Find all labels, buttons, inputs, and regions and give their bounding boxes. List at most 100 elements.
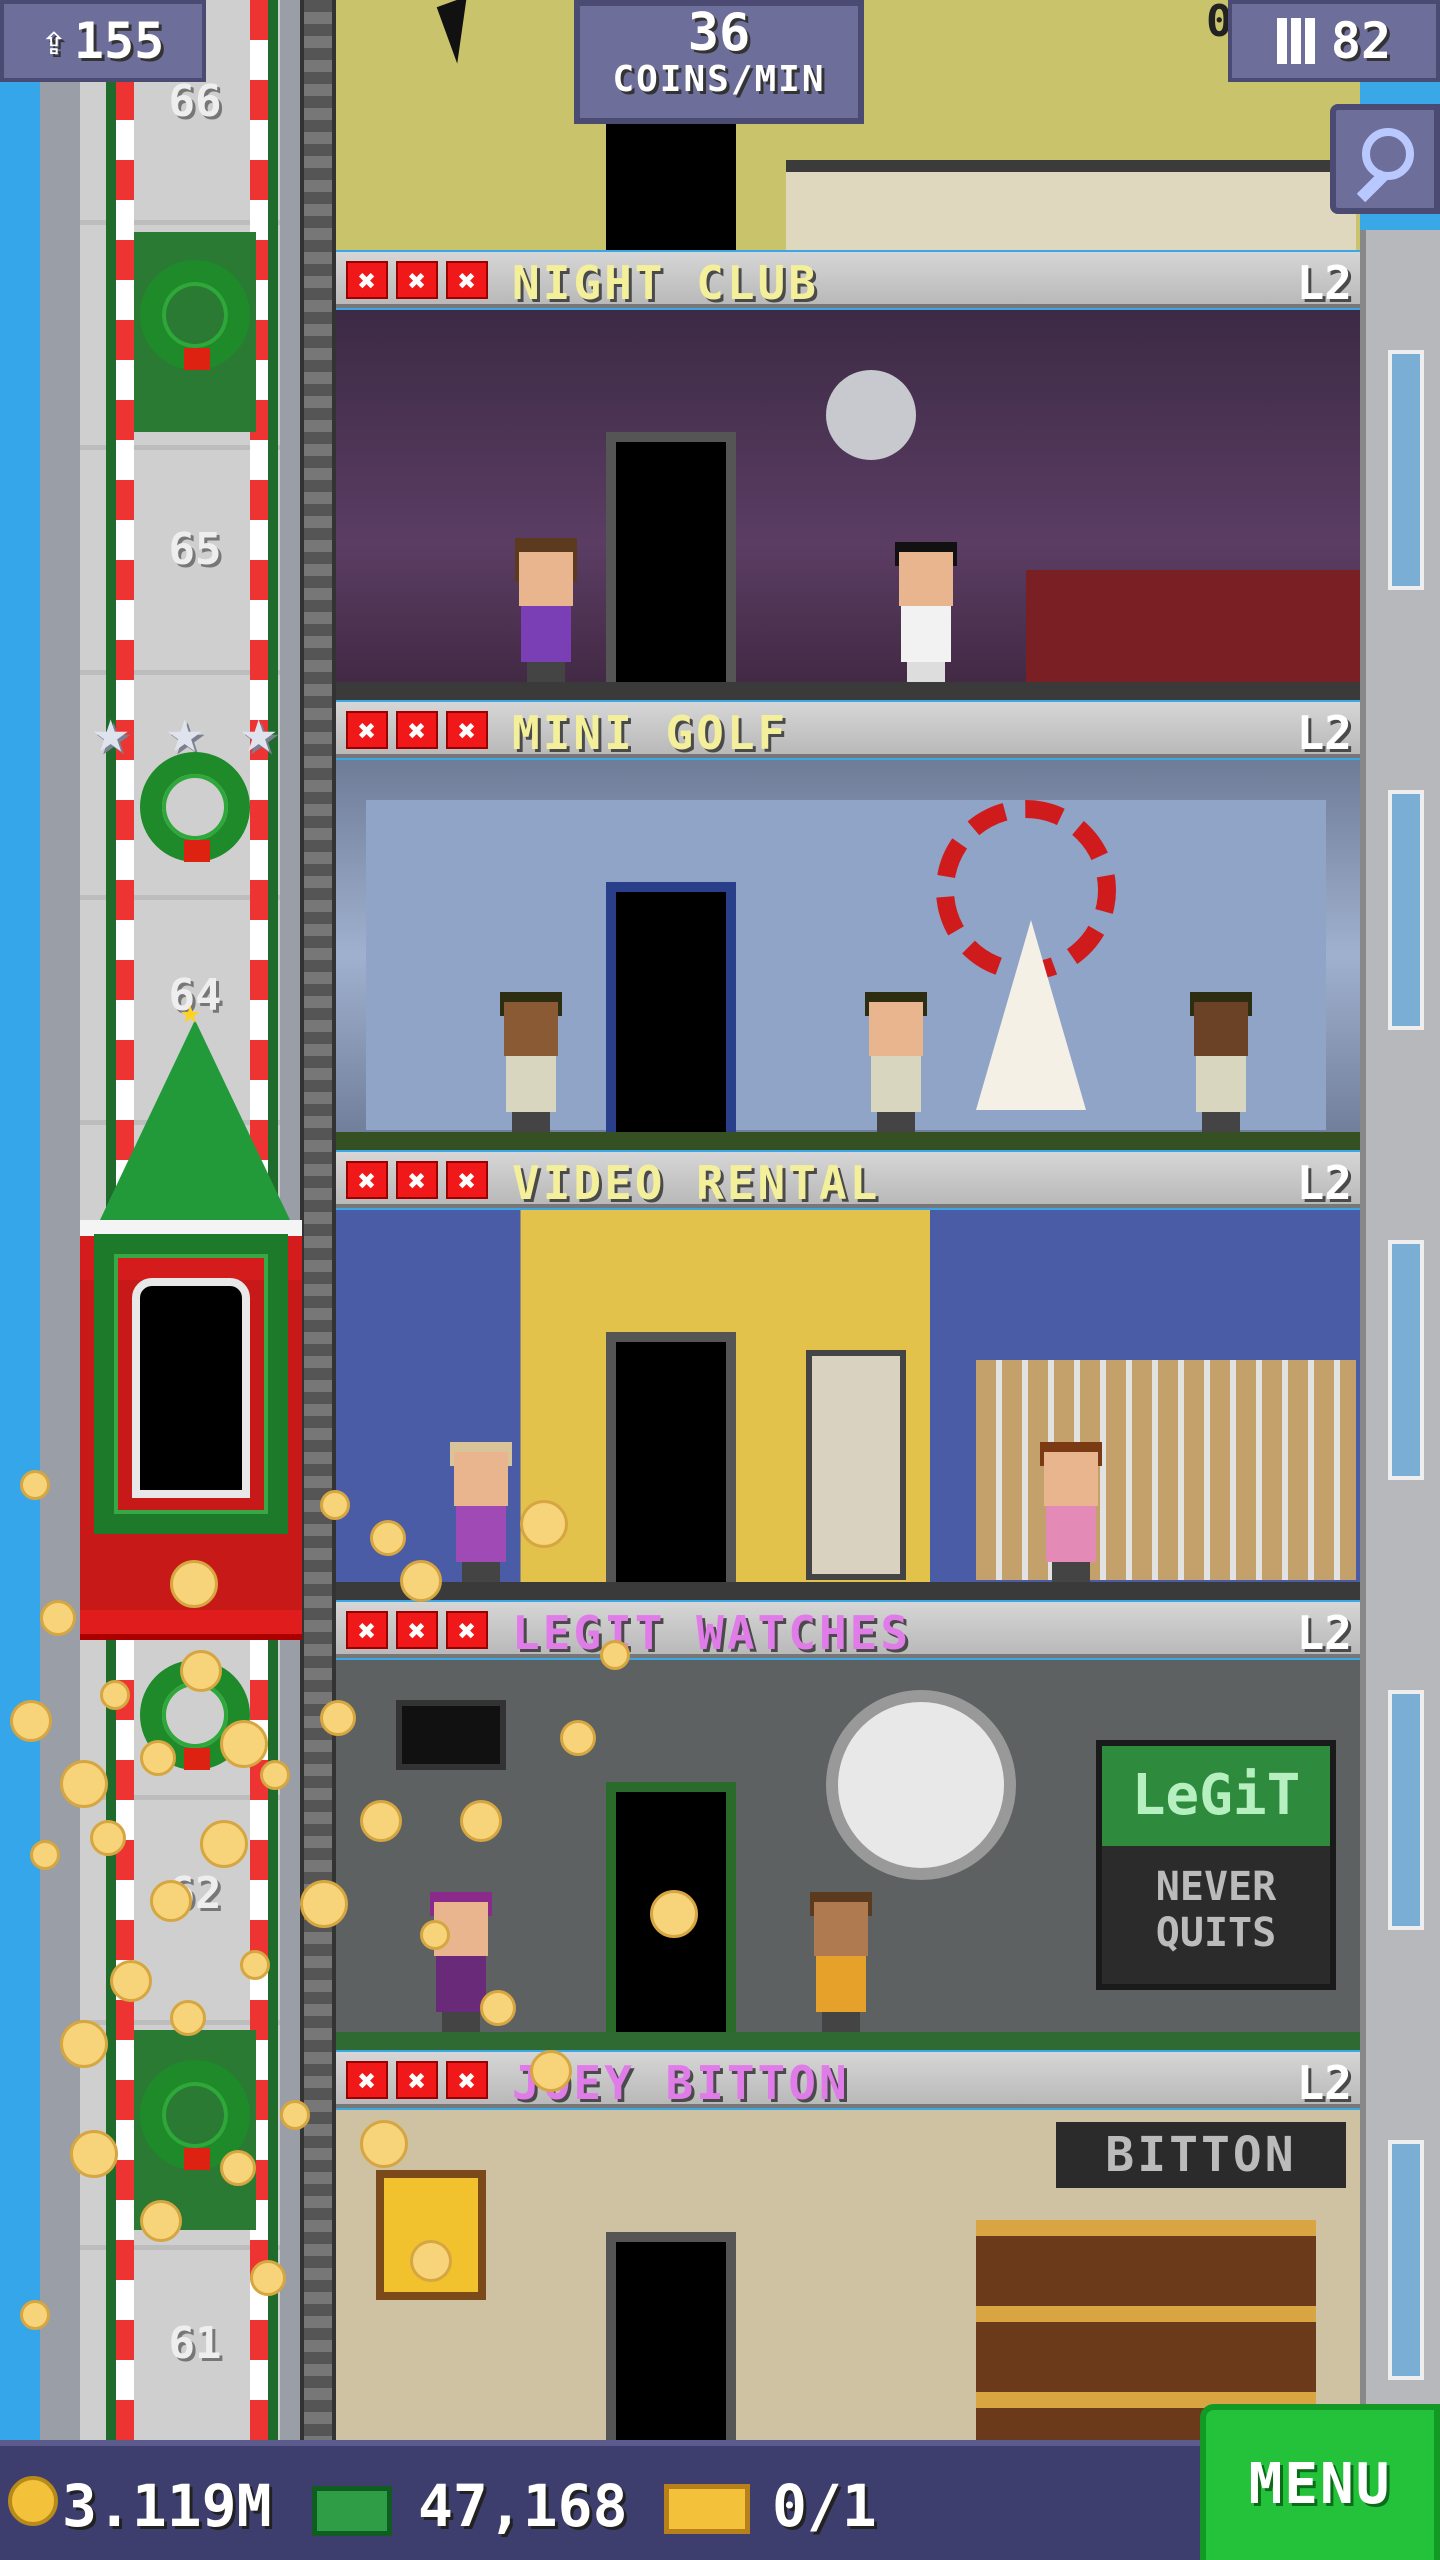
coin-particle xyxy=(360,2120,408,2168)
coin-particle xyxy=(480,1990,516,2026)
out-of-stock-icon: ✖ xyxy=(346,1611,388,1649)
coin-particle xyxy=(420,1920,450,1950)
coin-particle xyxy=(110,1960,152,2002)
zoom-button[interactable] xyxy=(1330,104,1440,214)
coin-particle xyxy=(70,2130,118,2178)
stock-indicators: ✖ ✖ ✖ xyxy=(346,1611,488,1649)
out-of-stock-icon: ✖ xyxy=(396,2061,438,2099)
coin-particle xyxy=(280,2100,310,2130)
bitizen-body xyxy=(1046,1506,1096,1562)
coin-particle xyxy=(170,1560,218,1608)
floor-level: L2 xyxy=(1296,256,1352,310)
floor-counter[interactable]: 82 xyxy=(1228,0,1440,82)
wall-screen xyxy=(396,1700,506,1770)
stock-indicators: ✖ ✖ ✖ xyxy=(346,2061,488,2099)
bitizen-head xyxy=(814,1902,868,1956)
population-value: 155 xyxy=(73,12,165,70)
coin-particle xyxy=(320,1490,350,1520)
tree-star-icon: ★ xyxy=(180,992,201,1032)
floor-room[interactable] xyxy=(336,1210,1360,1600)
coin-particle xyxy=(260,1760,290,1790)
floor-level: L2 xyxy=(1296,2056,1352,2110)
star-icon: ★ xyxy=(240,694,278,767)
floor-title-bar: ✖ ✖ ✖ VIDEO RENTAL L2 xyxy=(336,1152,1360,1210)
coin-particle xyxy=(410,2240,452,2282)
floor-room[interactable]: BITTON xyxy=(336,2110,1360,2440)
floor-baseline xyxy=(336,1582,1360,1600)
bitizen-legs xyxy=(512,1112,550,1132)
coin-particle xyxy=(370,1520,406,1556)
elevator-base xyxy=(80,1610,302,1640)
window xyxy=(1388,1240,1424,1480)
floor-name: VIDEO RENTAL xyxy=(512,1156,881,1210)
floor-room[interactable] xyxy=(336,310,1360,700)
coin-particle xyxy=(600,1640,630,1670)
bitizen-body xyxy=(436,1956,486,2012)
bitizen[interactable] xyxy=(1036,1442,1106,1582)
bitizen[interactable] xyxy=(496,992,566,1132)
floor-title-bar: ✖ ✖ ✖ NIGHT CLUB L2 xyxy=(336,252,1360,310)
out-of-stock-icon: ✖ xyxy=(446,711,488,749)
bitton-sign: BITTON xyxy=(1056,2122,1346,2188)
bitizen-body xyxy=(521,606,571,662)
coin-particle xyxy=(560,1720,596,1756)
floor-baseline xyxy=(336,1132,1360,1150)
floor-door xyxy=(606,882,736,1132)
bitizen[interactable] xyxy=(1186,992,1256,1132)
bitizen-head xyxy=(869,1002,923,1056)
coin-particle xyxy=(360,1800,402,1842)
wreath-icon xyxy=(140,752,250,862)
out-of-stock-icon: ✖ xyxy=(446,2061,488,2099)
adjacent-building xyxy=(1360,230,1440,2440)
bux-icon xyxy=(312,2486,392,2536)
floor-level: L2 xyxy=(1296,1156,1352,1210)
coin-particle xyxy=(60,1760,108,1808)
bitizen-legs xyxy=(822,2012,860,2032)
stock-indicators: ✖ ✖ ✖ xyxy=(346,711,488,749)
coin-particle xyxy=(400,1560,442,1602)
out-of-stock-icon: ✖ xyxy=(446,261,488,299)
window xyxy=(1388,350,1424,590)
menu-button[interactable]: MENU xyxy=(1200,2404,1440,2560)
coins-per-minute-panel[interactable]: 36 COINS/MIN xyxy=(574,0,864,124)
bitizen-body xyxy=(901,606,951,662)
coin-particle xyxy=(240,1950,270,1980)
legit-sign: LeGiT NEVER QUITS xyxy=(1096,1740,1336,1990)
coin-particle xyxy=(90,1820,126,1856)
window xyxy=(1388,2140,1424,2380)
bitizen-legs xyxy=(907,662,945,682)
bitizen-legs xyxy=(527,662,565,682)
coin-particle xyxy=(200,1820,248,1868)
coin-particle xyxy=(150,1880,192,1922)
floor-room[interactable] xyxy=(336,760,1360,1150)
bitizen-body xyxy=(1196,1056,1246,1112)
bitizen[interactable] xyxy=(806,1892,876,2032)
window xyxy=(1388,1690,1424,1930)
out-of-stock-icon: ✖ xyxy=(446,1611,488,1649)
bitizen[interactable] xyxy=(511,538,581,682)
floor-door xyxy=(606,110,736,250)
coin-particle xyxy=(20,2300,50,2330)
bitizen[interactable] xyxy=(891,542,961,682)
floor-joey-bitton[interactable]: ✖ ✖ ✖ JOEY BITTON L2 BITTON xyxy=(336,2052,1360,2440)
population-counter[interactable]: ⇪ 155 xyxy=(0,0,206,82)
stock-indicators: ✖ ✖ ✖ xyxy=(346,261,488,299)
coin-particle xyxy=(30,1840,60,1870)
legit-slogan-line: NEVER xyxy=(1155,1864,1277,1910)
bitizen-head xyxy=(899,552,953,606)
ticket-icon xyxy=(664,2484,750,2534)
coin-particle xyxy=(10,1700,52,1742)
coins-total: 3.119M xyxy=(62,2472,272,2540)
coin-particle xyxy=(40,1600,76,1636)
floor-door xyxy=(606,2232,736,2440)
bitizen-legs xyxy=(442,2012,480,2032)
floor-name: NIGHT CLUB xyxy=(512,256,819,310)
bitizen-head xyxy=(454,1452,508,1506)
bitizen[interactable] xyxy=(446,1442,516,1582)
bitizen[interactable] xyxy=(861,992,931,1132)
bitizen-body xyxy=(456,1506,506,1562)
wreath-icon xyxy=(140,260,250,370)
bux-total: 47,168 xyxy=(418,2472,628,2540)
disco-ball-icon xyxy=(826,370,916,460)
out-of-stock-icon: ✖ xyxy=(396,711,438,749)
